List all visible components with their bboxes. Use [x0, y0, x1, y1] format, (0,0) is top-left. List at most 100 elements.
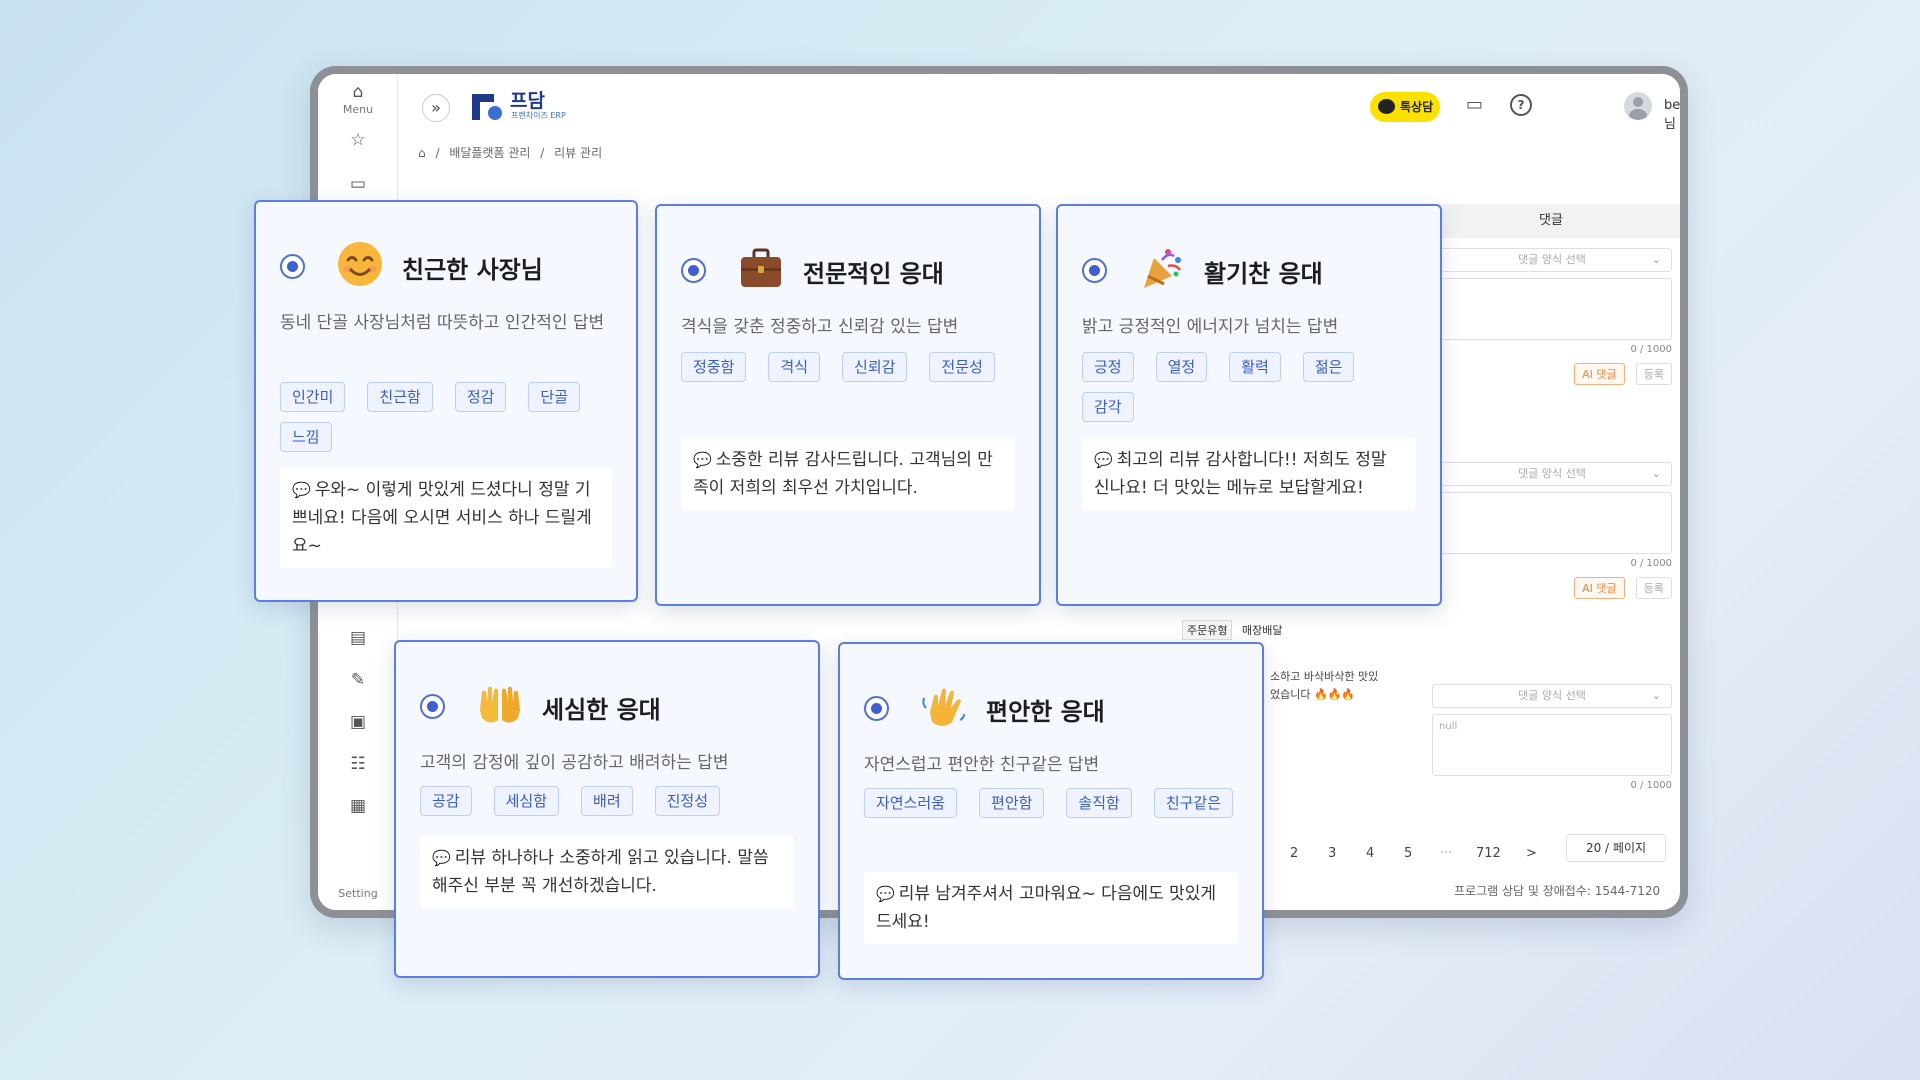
- tone-tag: 느낌: [280, 422, 332, 452]
- tone-tag: 진정성: [654, 786, 721, 816]
- tone-card-comfortable[interactable]: 편안한 응대 자연스럽고 편안한 친구같은 답변 자연스러움 편안함 솔직함 친…: [838, 642, 1264, 980]
- register-button[interactable]: 등록: [1635, 363, 1672, 385]
- tone-card-friendly[interactable]: 친근한 사장님 동네 단골 사장님처럼 따뜻하고 인간적인 답변 인간미 친근함…: [254, 200, 638, 602]
- tone-card-considerate[interactable]: 세심한 응대 고객의 감정에 깊이 공감하고 배려하는 답변 공감 세심함 배려…: [394, 640, 820, 978]
- favorites-icon[interactable]: ☆: [318, 130, 398, 150]
- logo-subtext: 프랜차이즈 ERP: [511, 111, 566, 120]
- register-button[interactable]: 등록: [1635, 577, 1672, 599]
- party-popper-icon: [1144, 249, 1182, 288]
- reply-select-placeholder: 댓글 양식 선택: [1518, 467, 1586, 480]
- briefcase-icon: [741, 248, 781, 287]
- reply-textarea[interactable]: null: [1432, 714, 1672, 776]
- setting-link[interactable]: Setting: [318, 886, 398, 900]
- avatar[interactable]: [1624, 92, 1652, 120]
- pen-icon[interactable]: ✎: [318, 670, 398, 690]
- tone-radio[interactable]: [280, 254, 305, 279]
- reply-null-text: null: [1439, 721, 1458, 732]
- report-icon[interactable]: ▣: [318, 712, 398, 732]
- speech-bubble-icon: 💬: [432, 849, 451, 867]
- page-ellipsis[interactable]: ···: [1440, 846, 1452, 861]
- tone-description: 밝고 긍정적인 에너지가 넘치는 답변: [1082, 317, 1339, 337]
- kakao-consult-button[interactable]: 톡상담: [1370, 92, 1440, 122]
- sample-text: 소중한 리뷰 감사드립니다. 고객님의 만족이 저희의 최우선 가치입니다.: [693, 450, 993, 498]
- document-icon[interactable]: ▤: [318, 628, 398, 648]
- calendar-icon[interactable]: ▦: [318, 796, 398, 816]
- reply-char-count: 0 / 1000: [1630, 344, 1672, 355]
- breadcrumb: ⌂ / 배달플랫폼 관리 / 리뷰 관리: [418, 144, 608, 161]
- tone-sample-reply: 💬 최고의 리뷰 감사합니다!! 저희도 정말 신나요! 더 맛있는 메뉴로 보답…: [1082, 438, 1416, 510]
- page-button[interactable]: 4: [1366, 846, 1374, 861]
- tone-title: 세심한 응대: [542, 696, 661, 724]
- tone-tag: 단골: [528, 382, 581, 412]
- logo-icon: [472, 94, 502, 120]
- next-page-button[interactable]: >: [1526, 846, 1537, 861]
- reply-template-select[interactable]: 댓글 양식 선택 ⌄: [1432, 248, 1672, 272]
- hierarchy-icon[interactable]: ☷: [318, 754, 398, 774]
- breadcrumb-item-review[interactable]: 리뷰 관리: [554, 146, 602, 160]
- tone-tag: 배려: [581, 786, 633, 816]
- page-button[interactable]: 5: [1404, 846, 1412, 861]
- tone-tags: 정중함 격식 신뢰감 전문성: [681, 352, 1015, 382]
- tone-radio[interactable]: [864, 696, 889, 721]
- reply-textarea[interactable]: [1432, 492, 1672, 554]
- expand-sidebar-button[interactable]: »: [422, 94, 450, 122]
- speech-bubble-icon: 💬: [876, 885, 895, 903]
- page-button-last[interactable]: 712: [1476, 846, 1501, 861]
- breadcrumb-separator: /: [435, 146, 440, 160]
- tone-tag: 솔직함: [1066, 788, 1132, 818]
- tone-card-professional[interactable]: 전문적인 응대 격식을 갖춘 정중하고 신뢰감 있는 답변 정중함 격식 신뢰감…: [655, 204, 1041, 606]
- top-bar: » 프담 프랜차이즈 ERP 톡상담 ▭ ? benter 님 ⌄: [398, 74, 1680, 140]
- chat-bubble-icon: [1378, 99, 1395, 114]
- tone-radio[interactable]: [1082, 258, 1107, 283]
- reply-template-select[interactable]: 댓글 양식 선택 ⌄: [1432, 462, 1672, 486]
- tone-description: 동네 단골 사장님처럼 따뜻하고 인간적인 답변: [280, 313, 605, 333]
- menu-home-button[interactable]: ⌂ Menu: [318, 82, 398, 116]
- tone-tags: 자연스러움 편안함 솔직함 친구같은: [864, 788, 1238, 818]
- page-button[interactable]: 3: [1328, 846, 1336, 861]
- tone-sample-reply: 💬 소중한 리뷰 감사드립니다. 고객님의 만족이 저희의 최우선 가치입니다.: [681, 438, 1015, 510]
- sample-text: 리뷰 남겨주셔서 고마워요~ 다음에도 맛있게 드세요!: [876, 884, 1217, 932]
- tone-radio[interactable]: [420, 694, 445, 719]
- reply-char-count: 0 / 1000: [1630, 780, 1672, 791]
- reply-template-select[interactable]: 댓글 양식 선택 ⌄: [1432, 684, 1672, 708]
- tone-tag: 친근함: [367, 382, 433, 412]
- review-text-fragment: 소하고 바삭바삭한 맛있: [1270, 670, 1379, 683]
- logo-text: 프담: [510, 90, 545, 112]
- kakao-label: 톡상담: [1400, 100, 1434, 114]
- tone-card-energetic[interactable]: 활기찬 응대 밝고 긍정적인 에너지가 넘치는 답변 긍정 열정 활력 젊은 감…: [1056, 204, 1442, 606]
- monitor-icon[interactable]: ▭: [318, 174, 398, 194]
- tone-sample-reply: 💬 리뷰 하나하나 소중하게 읽고 있습니다. 말씀해주신 부분 꼭 개선하겠습니…: [420, 836, 794, 908]
- tone-title: 편안한 응대: [986, 698, 1105, 726]
- open-hands-icon: [480, 686, 520, 723]
- per-page-select[interactable]: 20 / 페이지: [1566, 834, 1666, 862]
- sample-text: 최고의 리뷰 감사합니다!! 저희도 정말 신나요! 더 맛있는 메뉴로 보답할…: [1094, 450, 1387, 498]
- user-name[interactable]: benter 님: [1664, 98, 1680, 132]
- ai-reply-button[interactable]: AI 댓글: [1574, 363, 1625, 385]
- ai-reply-button[interactable]: AI 댓글: [1574, 577, 1625, 599]
- tone-tag: 젊은: [1302, 352, 1355, 382]
- tone-description: 고객의 감정에 깊이 공감하고 배려하는 답변: [420, 753, 729, 773]
- tone-tags: 공감 세심함 배려 진정성: [420, 786, 794, 816]
- tone-tag: 활력: [1229, 352, 1281, 382]
- tone-tag: 세심함: [493, 786, 560, 816]
- menu-label: Menu: [342, 103, 374, 116]
- home-icon[interactable]: ⌂: [418, 146, 426, 160]
- tone-tag: 신뢰감: [842, 352, 908, 382]
- help-icon[interactable]: ?: [1510, 94, 1532, 116]
- reply-editor: 댓글 양식 선택 ⌄ null 0 / 1000: [1432, 684, 1672, 791]
- reply-editor: 댓글 양식 선택 ⌄ 0 / 1000 AI 댓글 등록: [1432, 248, 1672, 385]
- tone-tag: 자연스러움: [864, 788, 958, 818]
- monitor-icon[interactable]: ▭: [1466, 94, 1483, 115]
- tone-description: 자연스럽고 편안한 친구같은 답변: [864, 755, 1100, 775]
- tone-radio[interactable]: [681, 258, 706, 283]
- reply-textarea[interactable]: [1432, 278, 1672, 340]
- tone-title: 친근한 사장님: [402, 256, 543, 284]
- tone-sample-reply: 💬 우와~ 이렇게 맛있게 드셨다니 정말 기쁘네요! 다음에 오시면 서비스 하…: [280, 468, 612, 568]
- tone-tag: 열정: [1155, 352, 1208, 382]
- page-button[interactable]: 2: [1290, 846, 1298, 861]
- reply-select-placeholder: 댓글 양식 선택: [1518, 253, 1586, 266]
- reply-char-count: 0 / 1000: [1630, 558, 1672, 569]
- tone-tag: 편안함: [979, 788, 1045, 818]
- speech-bubble-icon: 💬: [693, 451, 712, 469]
- breadcrumb-item-delivery[interactable]: 배달플랫폼 관리: [449, 146, 530, 160]
